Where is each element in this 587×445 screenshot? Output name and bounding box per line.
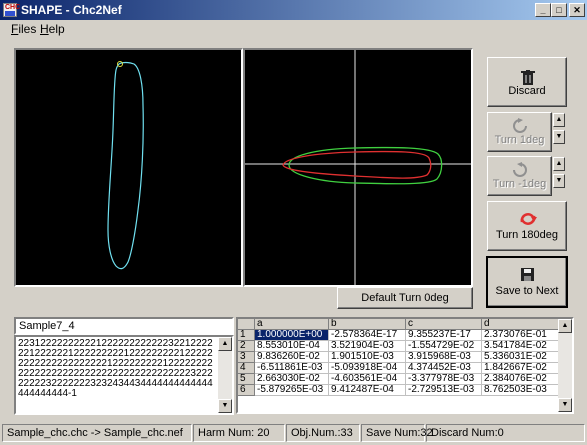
table-row: 2 8.553010E-04 3.521904E-03 -1.554729E-0… [238, 340, 560, 352]
trash-icon [488, 70, 566, 86]
turn-1deg-label: Turn 1deg [494, 134, 545, 146]
chain-code-scrollbar[interactable]: ▲ ▼ [218, 337, 232, 413]
chain-code-textarea[interactable]: 2231222222222212222222222223221222222122… [14, 335, 234, 415]
floppy-icon [488, 267, 566, 283]
table-cell[interactable]: 8.553010E-04 [254, 340, 329, 352]
table-cell[interactable]: 3.521904E-03 [328, 340, 406, 352]
comparison-contours [245, 50, 471, 285]
rotate-180-icon [488, 211, 566, 227]
window-title: SHAPE - Chc2Nef [21, 3, 122, 17]
table-cell[interactable]: 5.336031E-02 [481, 351, 560, 363]
status-save-num: Save Num:32 [361, 424, 433, 442]
table-row: 1 1.000000E+00 -2.578364E-17 9.355237E-1… [238, 329, 560, 341]
menu-bar [0, 20, 587, 38]
table-cell[interactable]: -3.377978E-03 [405, 373, 482, 385]
table-cell[interactable]: 2.373076E-01 [481, 329, 560, 341]
turn-180-button[interactable]: Turn 180deg [487, 201, 567, 251]
table-cell[interactable]: 9.836260E-02 [254, 351, 329, 363]
outline-contour [107, 61, 144, 270]
coefficient-grid[interactable]: a b c d 1 1.000000E+00 -2.578364E-17 9.3… [236, 317, 574, 414]
grid-scroll-up-arrow[interactable]: ▲ [558, 319, 572, 333]
table-cell[interactable]: 9.412487E-04 [328, 384, 406, 396]
turn-neg-1deg-button[interactable]: Turn -1deg [487, 156, 552, 196]
row-header[interactable]: 3 [238, 351, 255, 363]
column-header-d[interactable]: d [481, 319, 560, 330]
turn-neg-1deg-down-arrow[interactable]: ▼ [553, 174, 565, 188]
turn-1deg-down-arrow[interactable]: ▼ [553, 130, 565, 144]
row-header[interactable]: 1 [238, 329, 255, 341]
comparison-canvas[interactable] [243, 48, 473, 287]
table-cell[interactable]: 3.541784E-02 [481, 340, 560, 352]
grid-header-row: a b c d [238, 319, 560, 330]
minimize-icon[interactable]: _ [535, 3, 551, 17]
maximize-icon[interactable]: □ [551, 3, 567, 17]
grid-corner [238, 319, 255, 330]
coefficient-table: a b c d 1 1.000000E+00 -2.578364E-17 9.3… [238, 319, 560, 396]
table-row: 3 9.836260E-02 1.901510E-03 3.915968E-03… [238, 351, 560, 363]
sample-name-value: Sample7_4 [19, 320, 75, 332]
close-icon[interactable]: ✕ [569, 3, 585, 17]
grid-scrollbar[interactable]: ▲ ▼ [558, 319, 572, 412]
table-cell[interactable]: 2.663030E-02 [254, 373, 329, 385]
default-turn-button[interactable]: Default Turn 0deg [337, 287, 473, 309]
save-to-next-button[interactable]: Save to Next [486, 256, 568, 308]
menu-files[interactable]: Files [11, 22, 36, 36]
sample-name-field[interactable]: Sample7_4 [14, 317, 234, 335]
table-cell[interactable]: 1.842667E-02 [481, 362, 560, 374]
table-row: 6 -5.879265E-03 9.412487E-04 -2.729513E-… [238, 384, 560, 396]
save-to-next-label: Save to Next [495, 285, 559, 297]
status-files: Sample_chc.chc -> Sample_chc.nef [2, 424, 192, 442]
table-row: 4 -6.511861E-03 -5.093918E-04 4.374452E-… [238, 362, 560, 374]
status-harm-num: Harm Num: 20 [193, 424, 285, 442]
table-cell[interactable]: 8.762503E-03 [481, 384, 560, 396]
app-icon[interactable]: CHC [3, 3, 20, 17]
turn-neg-1deg-label: Turn -1deg [492, 178, 547, 190]
row-header[interactable]: 4 [238, 362, 255, 374]
scroll-down-arrow[interactable]: ▼ [218, 399, 232, 413]
row-header[interactable]: 2 [238, 340, 255, 352]
table-row: 5 2.663030E-02 -4.603561E-04 -3.377978E-… [238, 373, 560, 385]
table-cell[interactable]: -1.554729E-02 [405, 340, 482, 352]
table-cell[interactable]: -4.603561E-04 [328, 373, 406, 385]
grid-scroll-down-arrow[interactable]: ▼ [558, 398, 572, 412]
row-header[interactable]: 5 [238, 373, 255, 385]
table-cell[interactable]: 1.901510E-03 [328, 351, 406, 363]
discard-button[interactable]: Discard [487, 57, 567, 107]
row-header[interactable]: 6 [238, 384, 255, 396]
status-obj-num: Obj.Num.:33 [286, 424, 360, 442]
table-cell[interactable]: -6.511861E-03 [254, 362, 329, 374]
discard-label: Discard [508, 85, 546, 97]
rotate-cw-icon [488, 118, 551, 134]
scroll-up-arrow[interactable]: ▲ [218, 337, 232, 351]
column-header-a[interactable]: a [254, 319, 329, 330]
menu-help[interactable]: Help [40, 22, 65, 36]
default-turn-label: Default Turn 0deg [361, 292, 449, 304]
turn-1deg-button[interactable]: Turn 1deg [487, 112, 552, 152]
title-bar: CHC SHAPE - Chc2Nef _ □ ✕ [0, 0, 587, 20]
outline-canvas[interactable] [14, 48, 243, 287]
column-header-b[interactable]: b [328, 319, 406, 330]
rotate-ccw-icon [488, 162, 551, 178]
turn-1deg-up-arrow[interactable]: ▲ [553, 113, 565, 127]
table-cell[interactable]: 1.000000E+00 [254, 329, 329, 341]
table-cell[interactable]: 3.915968E-03 [405, 351, 482, 363]
table-cell[interactable]: -2.729513E-03 [405, 384, 482, 396]
table-cell[interactable]: 2.384076E-02 [481, 373, 560, 385]
turn-180-label: Turn 180deg [496, 229, 558, 241]
table-cell[interactable]: -2.578364E-17 [328, 329, 406, 341]
table-cell[interactable]: -5.093918E-04 [328, 362, 406, 374]
column-header-c[interactable]: c [405, 319, 482, 330]
table-cell[interactable]: 9.355237E-17 [405, 329, 482, 341]
status-discard-num: Discard Num:0 [426, 424, 585, 442]
table-cell[interactable]: 4.374452E-03 [405, 362, 482, 374]
table-cell[interactable]: -5.879265E-03 [254, 384, 329, 396]
turn-neg-1deg-up-arrow[interactable]: ▲ [553, 157, 565, 171]
chain-code-text: 2231222222222212222222222223221222222122… [18, 338, 213, 399]
